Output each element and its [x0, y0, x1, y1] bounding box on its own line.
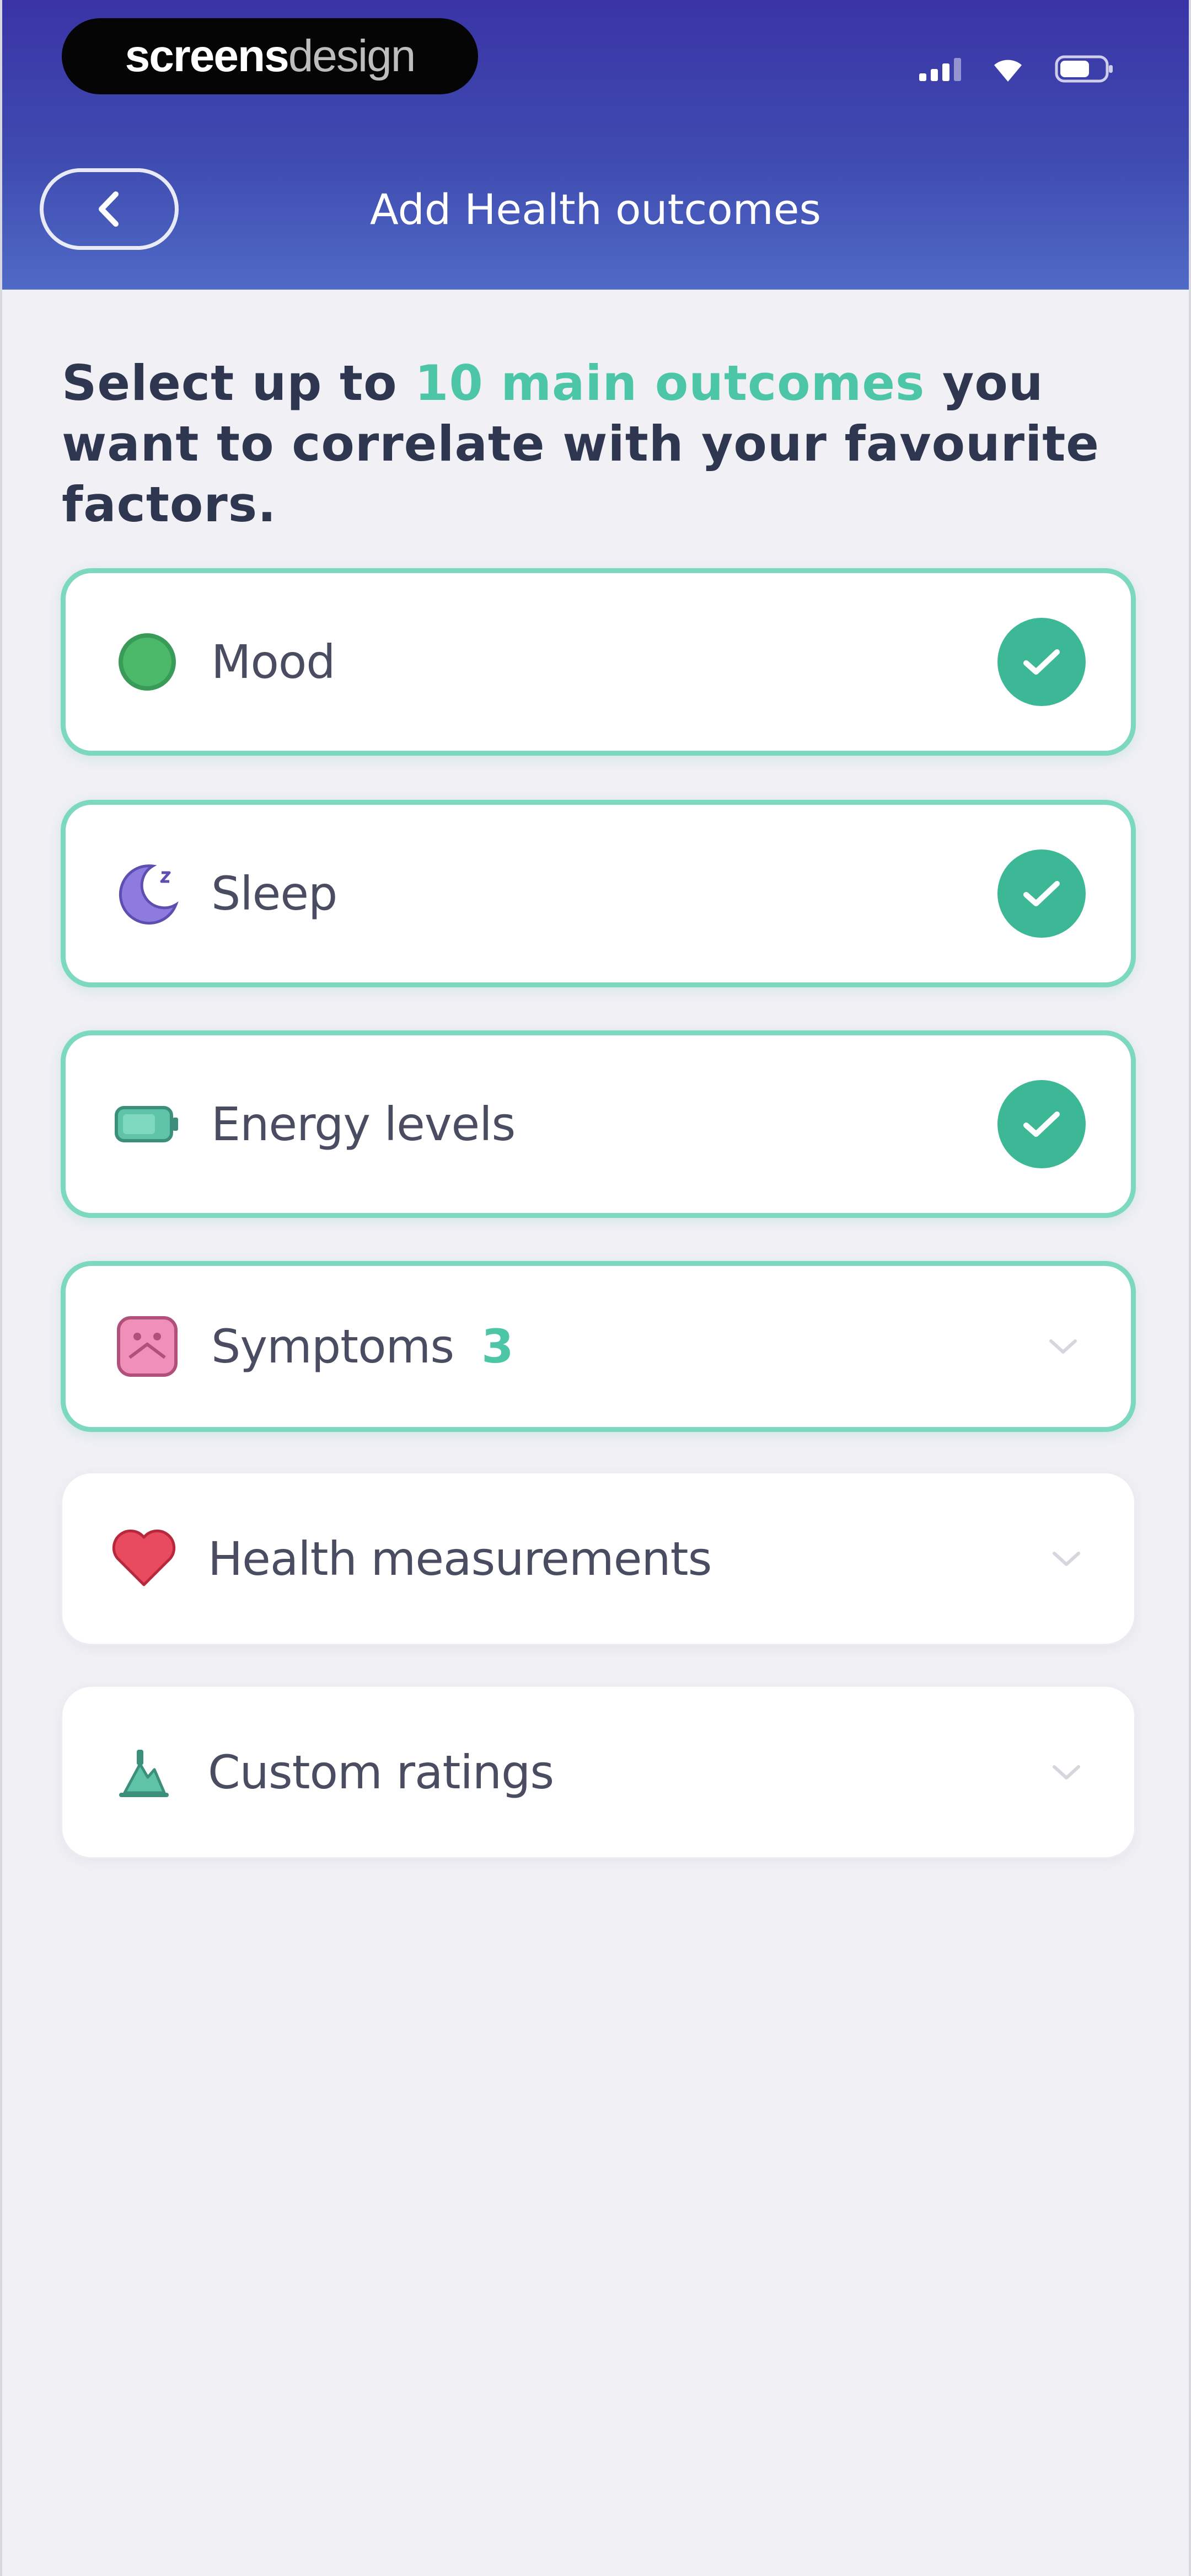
custom-rating-icon — [111, 1739, 177, 1805]
outcome-label: Symptoms 3 — [211, 1319, 514, 1373]
outcome-label: Health measurements — [208, 1531, 712, 1586]
wifi-icon — [990, 55, 1026, 83]
battery-status-icon — [1055, 54, 1114, 84]
cellular-signal-icon — [919, 57, 961, 81]
outcome-card-sleep[interactable]: Sleep — [61, 800, 1136, 987]
brand-text-light: design — [288, 31, 416, 81]
moon-icon — [114, 861, 180, 927]
outcome-label: Mood — [211, 635, 336, 689]
battery-icon — [114, 1091, 180, 1157]
instruction-text: Select up to 10 main outcomes you want t… — [62, 353, 1142, 535]
brand-text-bold: screens — [125, 31, 289, 81]
outcome-label: Energy levels — [211, 1097, 516, 1151]
instruction-highlight: 10 main outcomes — [415, 355, 925, 411]
brand-watermark: screens design — [62, 18, 478, 94]
outcome-label-text: Symptoms — [211, 1319, 454, 1373]
outcome-label: Custom ratings — [208, 1745, 554, 1799]
instruction-prefix: Select up to — [62, 355, 415, 411]
chevron-down-icon — [1044, 1327, 1082, 1366]
page-title: Add Health outcomes — [369, 185, 822, 234]
outcome-card-mood[interactable]: Mood — [61, 568, 1136, 756]
outcome-card-custom-ratings[interactable]: Custom ratings — [61, 1685, 1136, 1859]
selected-count-badge: 3 — [481, 1319, 513, 1373]
checkmark-icon — [997, 618, 1086, 706]
symptoms-icon — [114, 1313, 180, 1380]
outcome-card-health-measurements[interactable]: Health measurements — [61, 1472, 1136, 1645]
outcome-label: Sleep — [211, 867, 337, 921]
outcome-card-energy-levels[interactable]: Energy levels — [61, 1030, 1136, 1218]
outcome-card-symptoms[interactable]: Symptoms 3 — [61, 1261, 1136, 1432]
heart-icon — [111, 1526, 177, 1592]
chevron-down-icon — [1047, 1540, 1086, 1578]
mood-icon — [114, 629, 180, 695]
status-icons — [919, 50, 1114, 88]
checkmark-icon — [997, 1080, 1086, 1168]
chevron-down-icon — [1047, 1753, 1086, 1792]
app-screen: screens design Add Health outcomes Selec… — [0, 0, 1191, 2576]
header-bar: screens design Add Health outcomes — [2, 0, 1189, 290]
checkmark-icon — [997, 849, 1086, 938]
